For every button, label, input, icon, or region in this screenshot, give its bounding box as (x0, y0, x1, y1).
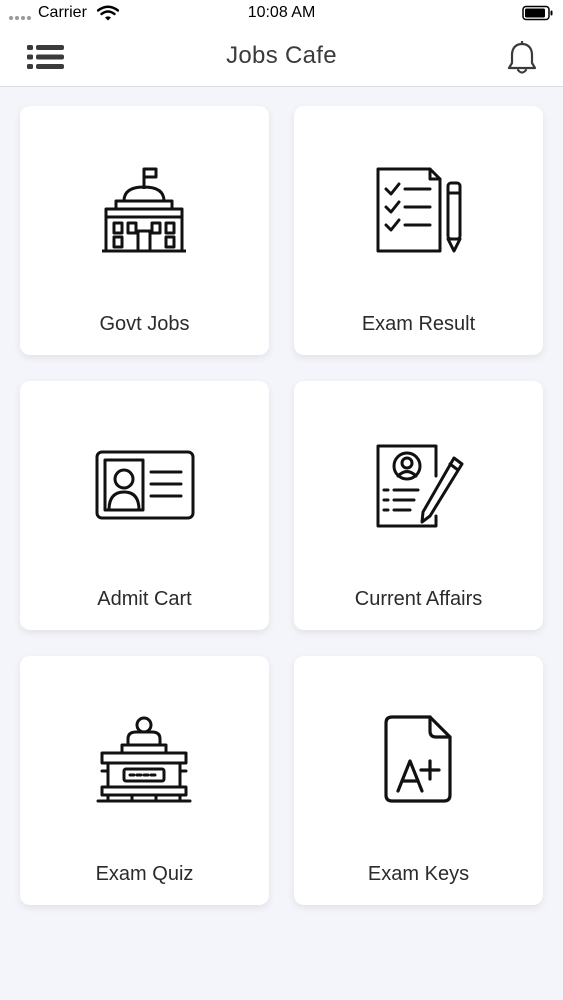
exam-quiz-label: Exam Quiz (95, 863, 194, 885)
bell-icon[interactable] (506, 41, 538, 75)
app-title: Jobs Cafe (226, 42, 337, 69)
checklist-pencil-icon (376, 167, 462, 253)
admit-cart-card[interactable]: Admit Cart (20, 381, 269, 630)
exam-quiz-card[interactable]: Exam Quiz (20, 656, 269, 905)
current-affairs-label: Current Affairs (354, 588, 483, 610)
status-time: 10:08 AM (247, 4, 316, 21)
government-building-icon (102, 167, 186, 253)
grade-a-plus-document-icon (384, 715, 452, 803)
exam-result-label: Exam Result (361, 313, 476, 335)
govt-jobs-card[interactable]: Govt Jobs (20, 106, 269, 355)
battery-icon (522, 5, 553, 21)
exam-result-card[interactable]: Exam Result (294, 106, 543, 355)
exam-keys-label: Exam Keys (367, 863, 470, 885)
status-bar: Carrier 10:08 AM (0, 0, 563, 28)
podium-speaker-icon (96, 716, 192, 803)
nav-bar: Jobs Cafe (0, 28, 563, 87)
current-affairs-card[interactable]: Current Affairs (294, 381, 543, 630)
govt-jobs-label: Govt Jobs (99, 313, 190, 335)
profile-document-pen-icon (376, 444, 464, 528)
id-card-icon (95, 450, 195, 520)
admit-cart-label: Admit Cart (97, 588, 192, 610)
exam-keys-card[interactable]: Exam Keys (294, 656, 543, 905)
